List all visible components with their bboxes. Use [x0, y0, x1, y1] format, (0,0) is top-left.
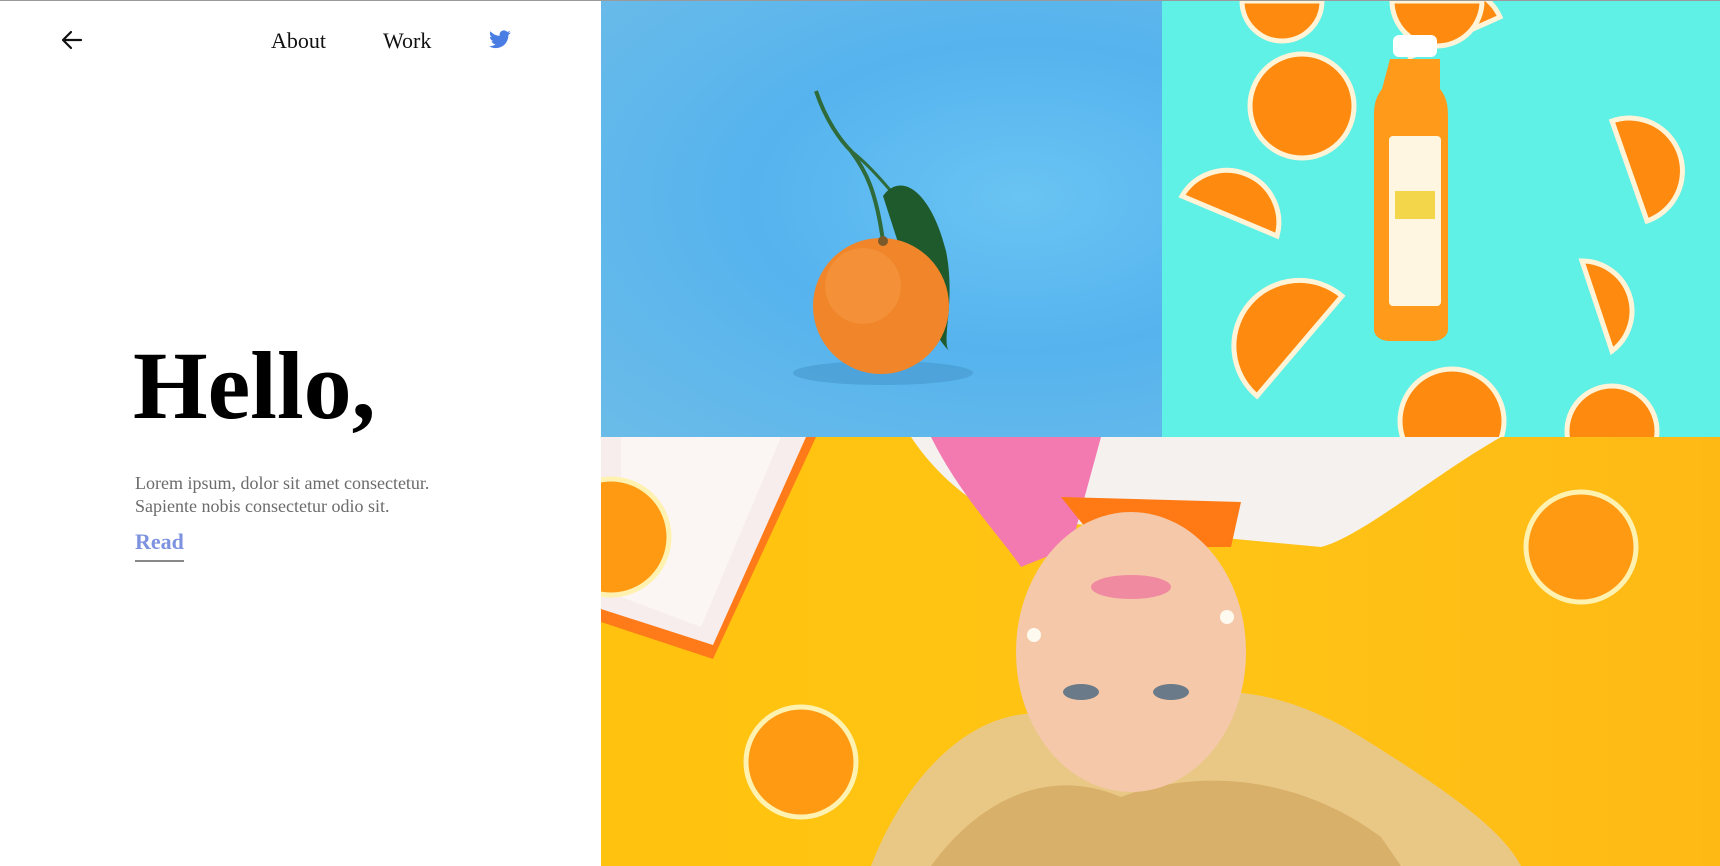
twitter-link[interactable] [489, 30, 511, 50]
juice-bottle [1374, 35, 1448, 341]
photo-orange-juice [1162, 1, 1720, 437]
hero-description-line-2: Sapiente nobis consectetur odio sit. [135, 496, 390, 516]
hero-heading: Hello, [133, 332, 376, 439]
nav-work-link[interactable]: Work [383, 28, 431, 54]
twitter-icon [489, 30, 511, 49]
orange-juice-illustration [1178, 1, 1685, 437]
photo-tangerine [601, 1, 1162, 437]
hero-description-line-1: Lorem ipsum, dolor sit amet consectetur. [135, 473, 430, 493]
read-link[interactable]: Read [135, 529, 184, 562]
tangerine-illustration [793, 90, 973, 385]
nav-about-link[interactable]: About [271, 28, 326, 54]
hero-description: Lorem ipsum, dolor sit amet consectetur.… [135, 472, 555, 518]
woman-oranges-illustration [601, 437, 1639, 866]
arrow-left-icon [61, 30, 83, 50]
left-panel: About Work Hello, Lorem ipsum, dolor sit… [0, 1, 601, 866]
photo-woman-oranges [601, 437, 1720, 866]
back-button[interactable] [60, 28, 86, 52]
